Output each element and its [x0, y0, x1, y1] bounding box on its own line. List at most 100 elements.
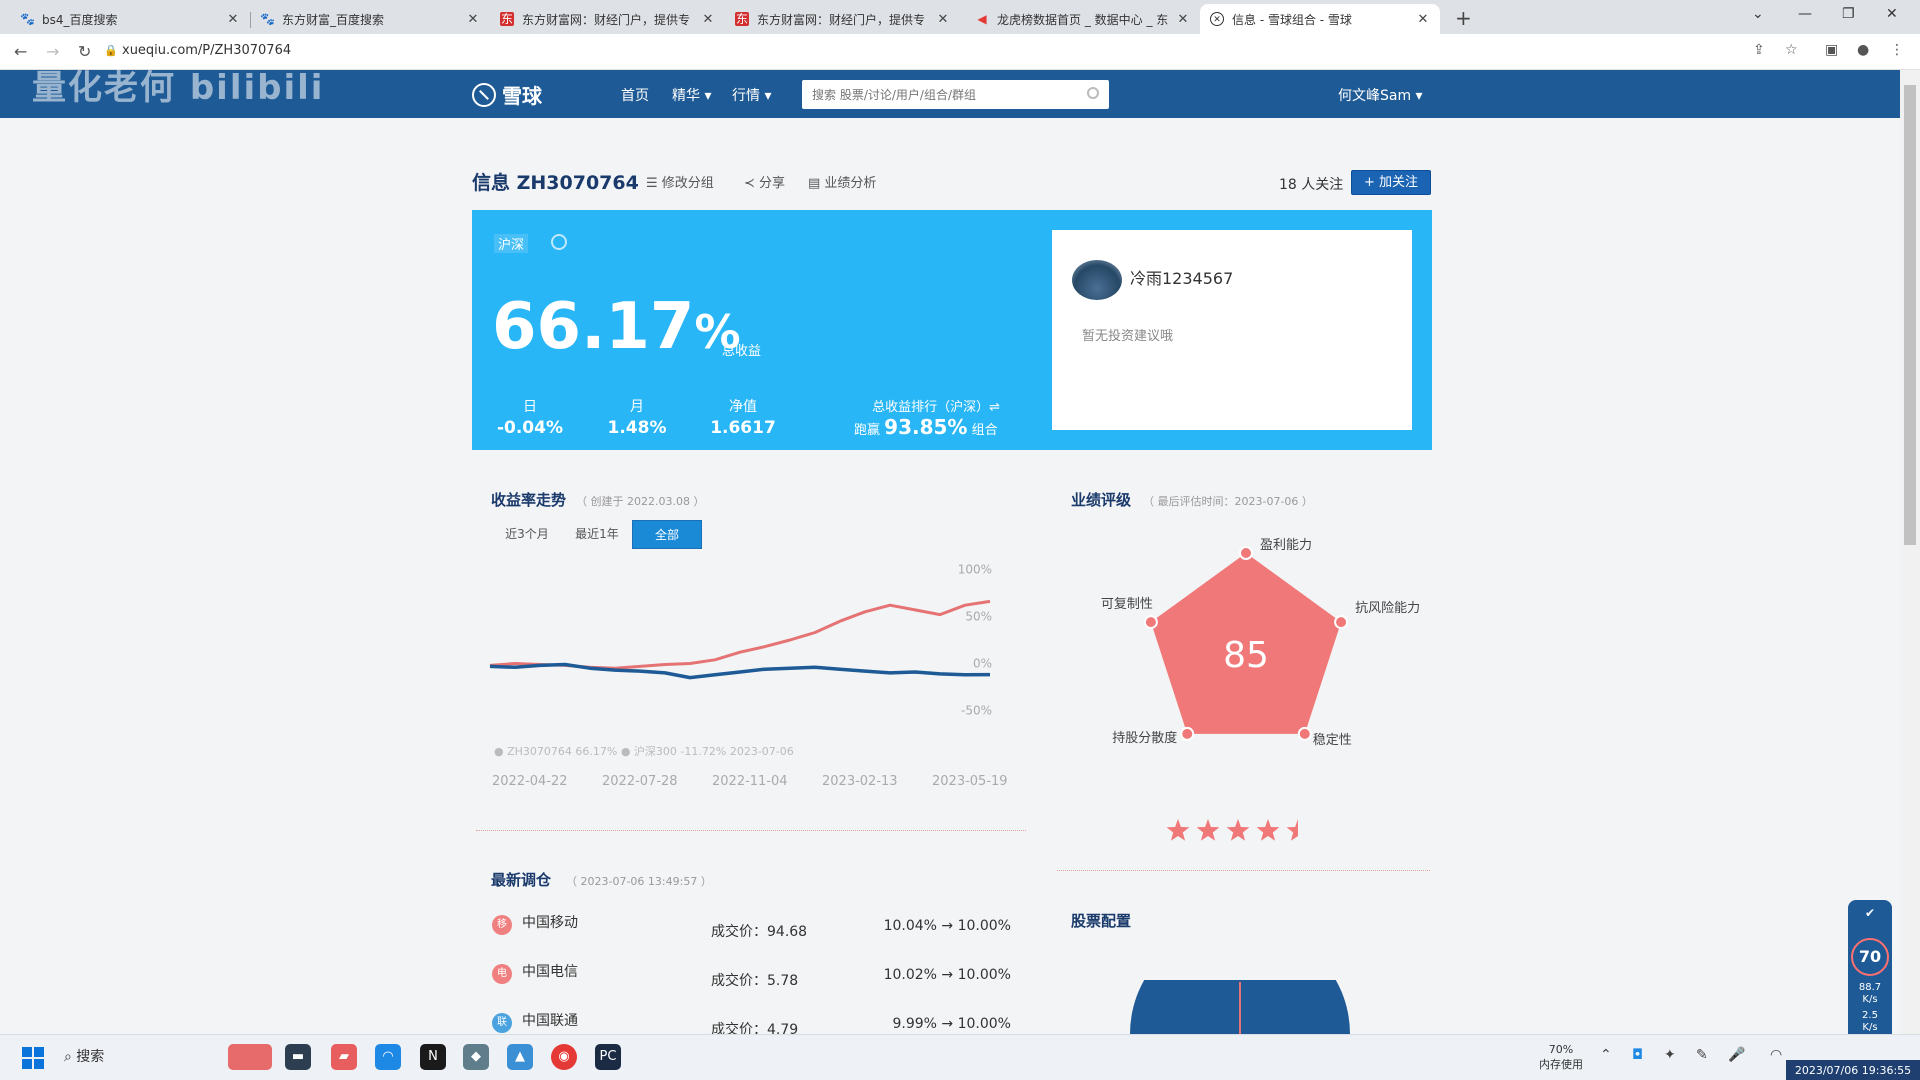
reload-icon[interactable]: ↻: [78, 42, 91, 61]
restore-icon[interactable]: ❐: [1842, 6, 1855, 22]
close-icon[interactable]: ✕: [466, 12, 480, 27]
tray-app-icon[interactable]: ◘: [1632, 1047, 1643, 1063]
scrollbar-thumb[interactable]: [1904, 85, 1916, 545]
daily-value: -0.04%: [496, 418, 564, 438]
share-icon[interactable]: ⇪: [1753, 42, 1765, 58]
range-3-months[interactable]: 近3个月: [494, 520, 560, 549]
nav-market[interactable]: 行情 ▾: [732, 85, 771, 105]
browser-menu-icon[interactable]: ⋮: [1890, 42, 1904, 58]
radar-vertex: [1143, 615, 1158, 630]
browser-tab-2[interactable]: 🐾 东方财富_百度搜索 ✕: [250, 4, 490, 34]
gear-icon[interactable]: [551, 234, 567, 250]
microphone-icon[interactable]: 🎤: [1728, 1047, 1745, 1063]
portfolio-title: 信息 ZH3070764: [472, 172, 639, 194]
radar-axis-label: 持股分散度: [1112, 730, 1177, 746]
rating-stars: [1166, 819, 1298, 841]
nav-home[interactable]: 首页: [621, 85, 649, 105]
stock-icon: 电: [492, 964, 512, 984]
rebalance-subtitle: （ 2023-07-06 13:49:57 ）: [566, 875, 712, 888]
nav-essence[interactable]: 精华 ▾: [672, 85, 711, 105]
star-icon: [1286, 819, 1298, 841]
edge-browser-icon[interactable]: ◠: [375, 1044, 401, 1070]
window-close-icon[interactable]: ✕: [1886, 6, 1898, 22]
performance-analysis-button[interactable]: ▤ 业绩分析: [808, 172, 876, 191]
sidebar-icon[interactable]: ▣: [1825, 42, 1838, 58]
stock-name[interactable]: 中国电信: [522, 961, 578, 981]
weight-change: 10.04% → 10.00%: [883, 918, 1011, 934]
taskbar-search-highlight-icon[interactable]: [228, 1044, 272, 1070]
browser-tab-3[interactable]: 东 东方财富网：财经门户，提供专 ✕: [490, 4, 725, 34]
chrome-icon[interactable]: ◉: [551, 1044, 577, 1070]
notion-icon[interactable]: N: [420, 1044, 446, 1070]
profile-icon[interactable]: ●: [1857, 42, 1869, 58]
stock-name[interactable]: 中国移动: [522, 912, 578, 932]
follow-button[interactable]: + 加关注: [1351, 170, 1431, 195]
x-tick-label: 2023-02-13: [822, 774, 898, 789]
series-line-portfolio: [489, 599, 991, 670]
range-1-year[interactable]: 最近1年: [564, 520, 630, 549]
baidu-paw-icon: 🐾: [20, 12, 35, 26]
tray-bluetooth-icon[interactable]: ✦: [1664, 1047, 1676, 1063]
edit-group-button[interactable]: ☰ 修改分组: [646, 172, 714, 191]
search-icon[interactable]: [1087, 87, 1099, 99]
tab-title: 东方财富网：财经门户，提供专: [522, 12, 691, 27]
close-icon[interactable]: ✕: [1416, 12, 1430, 27]
network-monitor-widget[interactable]: ✔ 70 88.7 K/s 2.5 K/s: [1848, 900, 1892, 1046]
x-tick-label: 2022-11-04: [712, 774, 788, 789]
back-arrow-icon[interactable]: ←: [14, 42, 27, 61]
minimize-icon[interactable]: —: [1798, 6, 1812, 22]
tab-title: 东方财富网：财经门户，提供专: [757, 12, 926, 27]
weight-change: 10.02% → 10.00%: [883, 967, 1011, 983]
file-explorer-icon[interactable]: ▰: [331, 1044, 357, 1070]
avatar[interactable]: [1072, 260, 1122, 300]
memory-usage: 70% 内存使用: [1539, 1043, 1583, 1071]
close-icon[interactable]: ✕: [936, 12, 950, 27]
new-tab-button[interactable]: +: [1455, 6, 1472, 30]
stock-name[interactable]: 中国联通: [522, 1010, 578, 1030]
bookmark-star-icon[interactable]: ☆: [1785, 42, 1798, 58]
nav-label: 净值: [729, 399, 757, 415]
xueqiu-logo[interactable]: 雪球: [472, 80, 542, 109]
close-icon[interactable]: ✕: [226, 12, 240, 27]
user-menu[interactable]: 何文峰Sam ▾: [1338, 85, 1423, 105]
rating-score: 85: [1223, 635, 1269, 676]
rating-subtitle: （ 最后评估时间：2023-07-06 ）: [1143, 495, 1313, 508]
radar-vertex: [1180, 726, 1195, 741]
close-icon[interactable]: ✕: [1176, 12, 1190, 27]
star-icon: [1256, 819, 1280, 841]
task-view-icon[interactable]: ▬: [285, 1044, 311, 1070]
taskbar-search[interactable]: ⌕ 搜索: [64, 1046, 104, 1066]
range-all[interactable]: 全部: [632, 520, 702, 549]
monthly-label: 月: [630, 399, 644, 415]
star-icon: [1166, 819, 1190, 841]
photos-icon[interactable]: ▲: [507, 1044, 533, 1070]
pycharm-icon[interactable]: PC: [595, 1044, 621, 1070]
url-field[interactable]: xueqiu.com/P/ZH3070764: [122, 43, 291, 58]
wifi-icon[interactable]: ◠: [1770, 1047, 1782, 1063]
browser-tab-5[interactable]: ◀ 龙虎榜数据首页 _ 数据中心 _ 东 ✕: [965, 4, 1200, 34]
divider: [476, 830, 1026, 831]
forward-arrow-icon[interactable]: →: [46, 42, 59, 61]
system-clock[interactable]: 2023/07/06 19:36:55: [1786, 1060, 1920, 1080]
browser-tab-6-active[interactable]: ✕ 信息 - 雪球组合 - 雪球 ✕: [1200, 4, 1440, 34]
windows-start-icon[interactable]: [22, 1047, 44, 1069]
rank-label[interactable]: 总收益排行（沪深）⇌: [860, 396, 1000, 415]
page-scrollbar[interactable]: [1900, 70, 1920, 1034]
search-input[interactable]: [802, 80, 1072, 109]
tab-search-chevron-icon[interactable]: ⌄: [1752, 6, 1764, 22]
share-button[interactable]: ≺ 分享: [744, 172, 785, 191]
x-tick-label: 2023-05-19: [932, 774, 1008, 789]
chevron-up-icon[interactable]: ⌃: [1600, 1047, 1612, 1063]
browser-tab-1[interactable]: 🐾 bs4_百度搜索 ✕: [10, 4, 250, 34]
advisor-name[interactable]: 冷雨1234567: [1130, 265, 1233, 289]
close-icon[interactable]: ✕: [701, 12, 715, 27]
tab-title: bs4_百度搜索: [42, 12, 118, 27]
eastmoney-icon: 东: [500, 12, 514, 26]
pen-icon[interactable]: ✎: [1696, 1047, 1708, 1063]
daily-label: 日: [523, 399, 537, 415]
browser-tab-4[interactable]: 东 东方财富网：财经门户，提供专 ✕: [725, 4, 960, 34]
chat-app-icon[interactable]: ◆: [463, 1044, 489, 1070]
tab-title: 东方财富_百度搜索: [282, 12, 385, 27]
lock-icon: 🔒: [104, 44, 118, 57]
y-tick-label: -50%: [961, 704, 992, 718]
